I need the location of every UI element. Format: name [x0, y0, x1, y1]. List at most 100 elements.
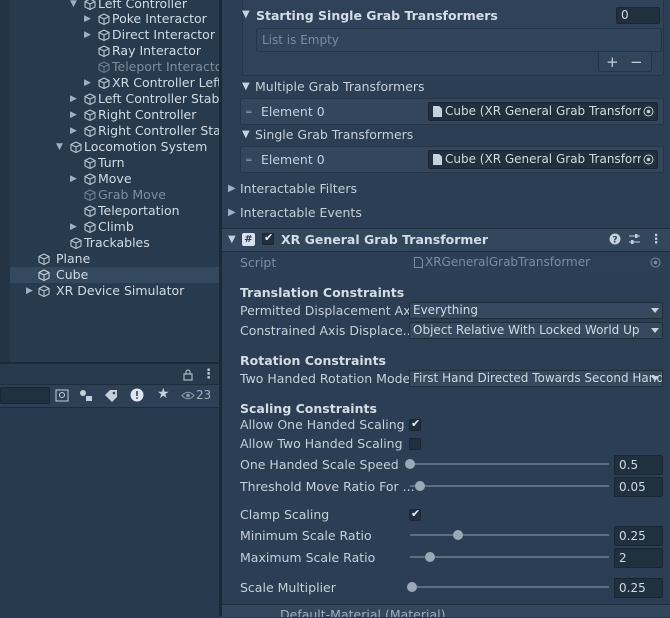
- hierarchy-item-label: Ray Interactor: [112, 43, 202, 58]
- multiple-title: Multiple Grab Transformers: [255, 79, 425, 94]
- lock-icon[interactable]: [183, 369, 193, 381]
- foldout-arrow-icon[interactable]: ▼: [228, 234, 236, 245]
- component-enabled-checkbox[interactable]: ✔: [262, 231, 274, 245]
- two-handed-rotation-dropdown[interactable]: First Hand Directed Towards Second Hand: [409, 370, 663, 387]
- more-options-icon[interactable]: ⋮: [202, 367, 215, 382]
- scale-multiplier-field[interactable]: 0.25: [614, 578, 663, 598]
- hierarchy-item-direct-interactor[interactable]: ▶ Direct Interactor: [10, 27, 219, 43]
- foldout-arrow-icon[interactable]: ▼: [242, 81, 250, 92]
- interactable-events-foldout[interactable]: Interactable Events: [240, 205, 362, 220]
- threshold-move-ratio-field[interactable]: 0.05: [614, 477, 663, 497]
- allow-one-handed-checkbox[interactable]: ✔: [409, 417, 421, 431]
- maximum-scale-ratio-field[interactable]: 2: [614, 548, 663, 568]
- threshold-move-ratio-slider[interactable]: [410, 485, 609, 487]
- dropdown-value: Object Relative With Locked World Up: [413, 323, 640, 337]
- drag-handle-icon[interactable]: ═: [246, 108, 251, 118]
- hierarchy-item-locomotion-system[interactable]: ▼ Locomotion System: [10, 139, 219, 155]
- dropdown-value: First Hand Directed Towards Second Hand: [413, 371, 663, 385]
- gameobject-cube-icon: [84, 221, 96, 233]
- hierarchy-item-label: Teleport Interactor: [112, 59, 219, 74]
- maximum-scale-ratio-slider[interactable]: [410, 556, 609, 558]
- list-add-button[interactable]: +: [606, 53, 619, 71]
- hierarchy-item-xr-controller-left[interactable]: ▶ XR Controller Left(C: [10, 75, 219, 91]
- drag-handle-icon[interactable]: ═: [246, 156, 251, 166]
- slider-handle[interactable]: [452, 530, 463, 540]
- hierarchy-item-grab-move[interactable]: Grab Move: [10, 187, 219, 203]
- gameobject-cube-icon: [84, 189, 96, 201]
- hierarchy-item-trackables[interactable]: Trackables: [10, 235, 219, 251]
- minimum-scale-ratio-slider[interactable]: [410, 534, 609, 536]
- visibility-eye-icon[interactable]: [181, 391, 195, 400]
- next-component-header[interactable]: Default-Material (Material): [222, 604, 670, 617]
- single-element-object-field[interactable]: Cube (XR General Grab Transformer): [428, 150, 658, 169]
- hierarchy-item-turn[interactable]: Turn: [10, 155, 219, 171]
- collapse-arrow-icon[interactable]: ▶: [70, 171, 80, 187]
- hierarchy-item-climb[interactable]: ▶ Climb: [10, 219, 219, 235]
- favorite-star-icon[interactable]: ★: [157, 386, 170, 402]
- help-icon[interactable]: ?: [609, 233, 621, 245]
- hierarchy-item-poke-interactor[interactable]: ▶ Poke Interactor: [10, 11, 219, 27]
- object-picker-icon[interactable]: [643, 106, 654, 117]
- object-picker-icon[interactable]: [643, 154, 654, 165]
- component-title: XR General Grab Transformer: [281, 232, 489, 247]
- foldout-arrow-icon[interactable]: ▼: [242, 9, 250, 20]
- hierarchy-item-right-controller[interactable]: ▶ Right Controller: [10, 107, 219, 123]
- constrained-axis-dropdown[interactable]: Object Relative With Locked World Up: [409, 322, 663, 339]
- hierarchy-item-label: Teleportation: [98, 203, 180, 218]
- foldout-arrow-icon[interactable]: ▶: [228, 207, 236, 218]
- hierarchy-item-right-controller-stabilized[interactable]: ▶ Right Controller Stabi: [10, 123, 219, 139]
- interactable-filters-foldout[interactable]: Interactable Filters: [240, 181, 357, 196]
- collapse-arrow-icon[interactable]: ▶: [84, 11, 94, 27]
- slider-handle[interactable]: [414, 481, 425, 491]
- foldout-arrow-icon[interactable]: ▼: [242, 129, 250, 140]
- hierarchy-item-cube[interactable]: Cube: [10, 267, 219, 283]
- clamp-scaling-checkbox[interactable]: ✔: [409, 507, 421, 521]
- chevron-down-icon: [651, 376, 659, 381]
- hierarchy-item-label: XR Controller Left(C: [112, 75, 219, 90]
- hierarchy-item-ray-interactor[interactable]: Ray Interactor: [10, 43, 219, 59]
- hierarchy-item-label: Right Controller Stabi: [98, 123, 219, 138]
- collapse-arrow-icon[interactable]: ▶: [70, 107, 80, 123]
- hierarchy-item-move[interactable]: ▶ Move: [10, 171, 219, 187]
- filter-by-type-icon[interactable]: [79, 389, 93, 402]
- gameobject-cube-icon: [84, 93, 96, 105]
- collapse-arrow-icon[interactable]: ▶: [70, 219, 80, 235]
- hierarchy-item-xr-device-simulator[interactable]: ▶ XR Device Simulator: [10, 283, 219, 299]
- slider-handle[interactable]: [405, 459, 415, 469]
- collapse-arrow-icon[interactable]: ▶: [84, 27, 94, 43]
- slider-handle[interactable]: [424, 552, 435, 562]
- hierarchy-item-plane[interactable]: Plane: [10, 251, 219, 267]
- console-errors-icon[interactable]: [130, 388, 144, 402]
- component-menu-icon[interactable]: ⋮: [650, 231, 663, 246]
- gameobject-cube-icon: [38, 253, 50, 265]
- starting-single-count-field[interactable]: 0: [616, 7, 660, 24]
- allow-two-handed-checkbox[interactable]: [409, 438, 421, 450]
- one-handed-speed-field[interactable]: 0.5: [614, 455, 663, 475]
- script-file-icon: [433, 106, 442, 117]
- foldout-arrow-icon[interactable]: ▶: [228, 183, 236, 194]
- one-handed-speed-slider[interactable]: [410, 463, 609, 465]
- inspector-panel: ▼ Starting Single Grab Transformers 0 Li…: [222, 0, 670, 617]
- minimum-scale-ratio-field[interactable]: 0.25: [614, 526, 663, 546]
- multiple-element-object-field[interactable]: Cube (XR General Grab Transformer): [428, 102, 658, 121]
- expand-arrow-icon[interactable]: ▼: [56, 139, 66, 155]
- object-field-value: Cube (XR General Grab Transformer): [445, 104, 641, 118]
- presets-sliders-icon[interactable]: [628, 233, 641, 245]
- hierarchy-item-left-controller-stabilized[interactable]: ▶ Left Controller Stabiliz: [10, 91, 219, 107]
- list-remove-button[interactable]: −: [630, 53, 643, 71]
- hierarchy-item-label: Climb: [98, 219, 134, 234]
- collapse-arrow-icon[interactable]: ▶: [70, 91, 80, 107]
- permitted-displacement-dropdown[interactable]: Everything: [409, 302, 663, 319]
- project-search-input[interactable]: [0, 387, 50, 404]
- gameobject-cube-icon: [84, 109, 96, 121]
- search-scene-icon[interactable]: [55, 389, 69, 402]
- hierarchy-item-teleportation[interactable]: Teleportation: [10, 203, 219, 219]
- hierarchy-item-teleport-interactor[interactable]: Teleport Interactor: [10, 59, 219, 75]
- filter-by-label-icon[interactable]: [104, 389, 118, 402]
- collapse-arrow-icon[interactable]: ▶: [70, 123, 80, 139]
- collapse-arrow-icon[interactable]: ▶: [26, 283, 36, 299]
- collapse-arrow-icon[interactable]: ▶: [84, 75, 94, 91]
- slider-handle[interactable]: [406, 582, 417, 592]
- hierarchy-item-label: Cube: [56, 267, 89, 282]
- scale-multiplier-slider[interactable]: [410, 586, 609, 588]
